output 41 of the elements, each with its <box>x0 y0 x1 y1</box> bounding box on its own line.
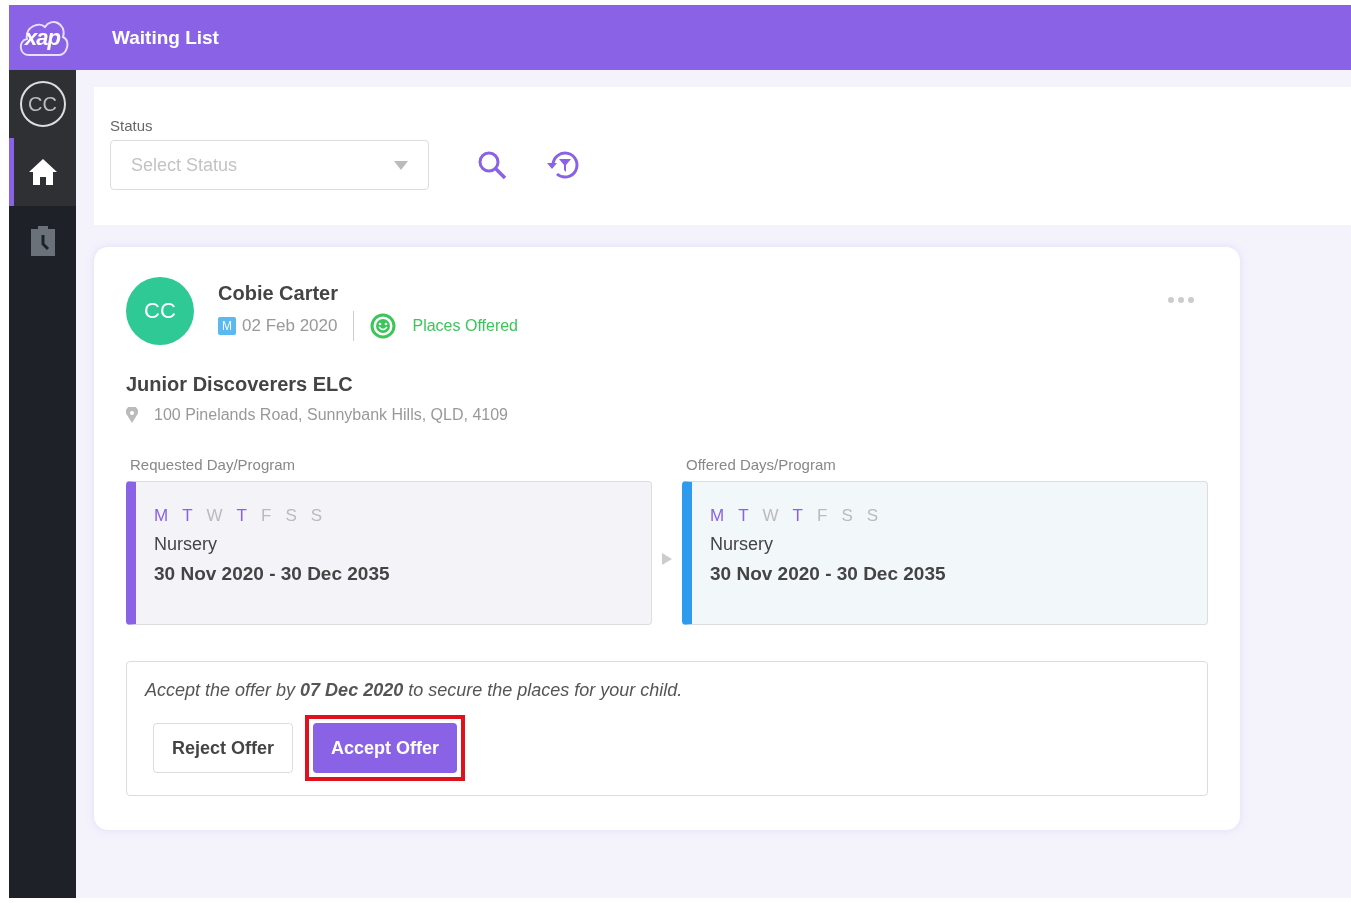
day-letter: M <box>710 506 725 526</box>
reject-button[interactable]: Reject Offer <box>153 723 294 773</box>
gender-badge: M <box>218 316 236 335</box>
page-title: Waiting List <box>112 26 219 49</box>
day-letter: T <box>792 506 803 526</box>
day-letter: W <box>762 506 779 526</box>
day-letter: F <box>261 506 272 526</box>
day-letter: S <box>285 506 297 526</box>
reset-filter-icon[interactable] <box>545 149 581 181</box>
status-label: Places Offered <box>412 316 518 335</box>
day-letter: S <box>310 506 323 526</box>
day-letter: W <box>206 506 223 526</box>
day-letter: T <box>236 506 247 526</box>
nav-item[interactable] <box>9 138 76 206</box>
arrow-icon <box>662 553 672 565</box>
day-letter: M <box>154 506 169 526</box>
search-icon[interactable] <box>477 150 507 180</box>
day-letter: T <box>182 506 193 526</box>
birth-date: 02 Feb 2020 <box>242 315 338 336</box>
centre-name: Junior Discoverers ELC <box>126 373 354 396</box>
centre-address: 100 Pinelands Road, Sunnybank Hills, QLD, 4109 <box>154 406 508 424</box>
field-label: Status <box>110 117 154 134</box>
program-name: Nursery <box>710 534 774 555</box>
accept-button[interactable]: Accept Offer <box>313 723 458 773</box>
day-letter: S <box>841 506 853 526</box>
location-pin-icon <box>126 407 138 423</box>
smiley-icon <box>370 312 397 339</box>
program-heading: Requested Day/Program <box>130 456 297 473</box>
child-name: Cobie Carter <box>218 281 340 305</box>
avatar[interactable]: CC <box>19 81 66 127</box>
date-range: 30 Nov 2020 - 30 Dec 2035 <box>154 563 391 585</box>
day-letter: T <box>738 506 749 526</box>
day-letter: F <box>817 506 828 526</box>
home-icon <box>27 158 58 186</box>
logo: xap <box>9 5 76 70</box>
program-name: Nursery <box>154 534 218 555</box>
child-avatar: CC <box>126 277 194 345</box>
program-heading: Offered Days/Program <box>686 456 837 473</box>
day-letter: S <box>866 506 879 526</box>
date-range: 30 Nov 2020 - 30 Dec 2035 <box>710 563 947 585</box>
offer-message: Accept the offer by 07 Dec 2020 to secure the places for your child. <box>145 680 684 701</box>
